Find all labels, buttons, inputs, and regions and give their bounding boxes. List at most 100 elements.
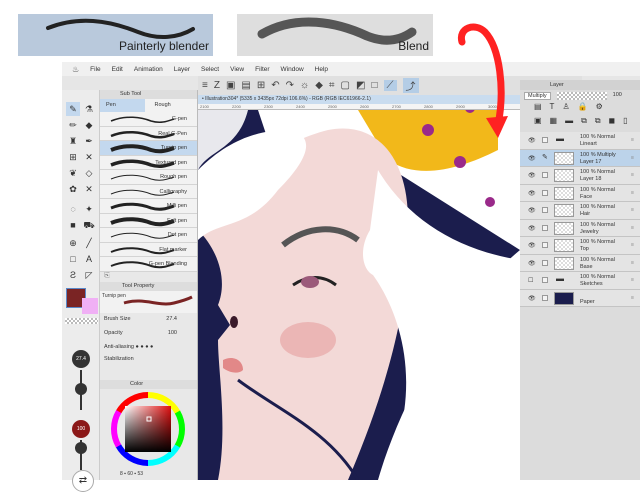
- opacity-slider[interactable]: [556, 92, 607, 100]
- menu-layer[interactable]: Layer: [174, 66, 190, 73]
- visibility-eye-icon[interactable]: 👁: [528, 242, 536, 249]
- layer-row[interactable]: 👁 100 % Normal Hair ≡: [520, 202, 640, 220]
- text-tool-icon[interactable]: A: [82, 252, 96, 266]
- balloon-tool-icon[interactable]: ◸: [82, 268, 96, 282]
- brush-item[interactable]: Calligraphy: [100, 184, 197, 199]
- brush-size-row[interactable]: Brush Size 27.4: [100, 313, 197, 327]
- visibility-eye-icon[interactable]: 👁: [528, 260, 536, 267]
- layer-row[interactable]: ☐ ▬ 100 % Normal Sketches ≡: [520, 272, 640, 290]
- slider-handle[interactable]: [75, 383, 87, 395]
- color-tab[interactable]: Color: [100, 379, 197, 389]
- zoom-tool-icon[interactable]: ⊕: [66, 236, 80, 250]
- copy-icon[interactable]: ⎘: [104, 272, 110, 279]
- pen-tool-icon[interactable]: ✎: [66, 102, 80, 116]
- figure-tool-icon[interactable]: ✕: [82, 150, 96, 164]
- layer-row[interactable]: 👁 100 % Normal Layer 18 ≡: [520, 167, 640, 185]
- brush-item[interactable]: Turnip pen: [100, 141, 197, 156]
- brush-item[interactable]: Textured pen: [100, 155, 197, 170]
- canvas[interactable]: • Illustration304* (5335 x 3435px 72dpi …: [198, 95, 520, 480]
- visibility-eye-icon[interactable]: 👁: [528, 172, 536, 179]
- menu-file[interactable]: File: [90, 66, 100, 73]
- layer-tool-row-1[interactable]: ▤T♙🔒⚙: [520, 102, 640, 116]
- tool-property-tab[interactable]: Tool Property: [100, 281, 197, 291]
- layer-drag-handle-icon[interactable]: ≡: [631, 190, 634, 196]
- rectangle-tool-icon[interactable]: □: [66, 252, 80, 266]
- crop-icon[interactable]: ▢: [341, 80, 350, 91]
- menu-animation[interactable]: Animation: [134, 66, 163, 73]
- menu-view[interactable]: View: [230, 66, 244, 73]
- transparent-color-swatch[interactable]: [65, 318, 98, 324]
- lock-checkbox[interactable]: [542, 294, 548, 301]
- color-wheel[interactable]: [100, 389, 196, 469]
- layer-drag-handle-icon[interactable]: ≡: [631, 155, 634, 161]
- visibility-eye-icon[interactable]: 👁: [528, 295, 536, 302]
- layer-drag-handle-icon[interactable]: ≡: [631, 207, 634, 213]
- loading-icon[interactable]: ☼: [300, 80, 309, 91]
- snap-to-special-ruler-icon[interactable]: ⤴: [402, 78, 419, 93]
- gradient-tool-icon[interactable]: ■: [66, 218, 80, 232]
- visibility-eye-icon[interactable]: 👁: [528, 137, 536, 144]
- snap-to-ruler-icon[interactable]: ⟋: [383, 80, 397, 91]
- lock-checkbox[interactable]: [542, 277, 548, 283]
- save-icon[interactable]: ⊞: [257, 80, 265, 91]
- anti-aliasing-options-icon[interactable]: ● ● ● ●: [136, 344, 154, 350]
- menu-help[interactable]: Help: [315, 66, 328, 73]
- layer-drag-handle-icon[interactable]: ≡: [631, 277, 634, 283]
- brush-item[interactable]: Dot pen: [100, 228, 197, 243]
- stabilization-row[interactable]: Stabilization: [100, 354, 197, 372]
- fill-icon[interactable]: ◆: [315, 80, 323, 91]
- eyedropper-tool-icon[interactable]: ⚗: [82, 102, 96, 116]
- pencil-tool-icon[interactable]: ✏: [66, 118, 80, 132]
- brush-item[interactable]: G-pen Blending: [100, 257, 197, 272]
- lock-checkbox[interactable]: [542, 189, 548, 196]
- layer-row[interactable]: 👁 100 % Normal Jewelry ≡: [520, 219, 640, 237]
- eraser-tool-icon[interactable]: ◇: [82, 166, 96, 180]
- lock-checkbox[interactable]: [542, 224, 548, 231]
- wand-tool-icon[interactable]: ✦: [82, 202, 96, 216]
- bucket-tool-icon[interactable]: ⛟: [82, 218, 96, 232]
- lock-checkbox[interactable]: [542, 259, 548, 266]
- sub-color-swatch[interactable]: [82, 298, 98, 314]
- transform-icon[interactable]: ⌗: [329, 80, 335, 91]
- brush-item[interactable]: Real G-Pen: [100, 126, 197, 141]
- undo-icon[interactable]: ↶: [271, 80, 279, 91]
- layer-row[interactable]: 👁 ✎ 100 % Multiply Layer 17 ≡: [520, 149, 640, 167]
- lock-checkbox[interactable]: [542, 207, 548, 213]
- airbrush-tool-icon[interactable]: ✒: [82, 134, 96, 148]
- lock-checkbox[interactable]: [542, 242, 548, 248]
- menu-edit[interactable]: Edit: [112, 66, 123, 73]
- lock-checkbox[interactable]: [542, 172, 548, 178]
- modifier-key-icon[interactable]: ⇄: [72, 470, 94, 492]
- menu-select[interactable]: Select: [201, 66, 219, 73]
- opacity-row[interactable]: Opacity 100: [100, 327, 197, 341]
- visibility-eye-icon[interactable]: 👁: [528, 207, 536, 214]
- open-icon[interactable]: ▤: [241, 80, 250, 91]
- snap-icon[interactable]: ◩: [356, 80, 365, 91]
- decoration-tool-icon[interactable]: ✿: [66, 182, 80, 196]
- layer-row[interactable]: 👁 100 % Normal Top ≡: [520, 237, 640, 255]
- fill-tool-icon[interactable]: ◆: [82, 118, 96, 132]
- layer-drag-handle-icon[interactable]: ≡: [631, 225, 634, 231]
- menu-filter[interactable]: Filter: [255, 66, 269, 73]
- group-pen[interactable]: Pen: [100, 99, 145, 112]
- layer-row[interactable]: 👁 100 % Normal Base ≡: [520, 254, 640, 272]
- blend-tool-icon[interactable]: ❦: [66, 166, 80, 180]
- visibility-eye-icon[interactable]: ☐: [528, 277, 533, 284]
- brush-item[interactable]: Flat marker: [100, 242, 197, 257]
- brush-tool-icon[interactable]: ♜: [66, 134, 80, 148]
- anti-aliasing-row[interactable]: Anti-aliasing ● ● ● ●: [100, 341, 197, 354]
- lasso-tool-icon[interactable]: ◌: [66, 202, 80, 216]
- brush-item[interactable]: Milli pen: [100, 199, 197, 214]
- opacity-value[interactable]: 100: [168, 330, 177, 336]
- lock-checkbox[interactable]: [542, 137, 548, 143]
- brush-item[interactable]: G-pen: [100, 112, 197, 127]
- blend-mode-select[interactable]: Multiply: [524, 92, 551, 100]
- layer-drag-handle-icon[interactable]: ≡: [631, 295, 634, 301]
- layer-drag-handle-icon[interactable]: ≡: [631, 242, 634, 248]
- new-file-icon[interactable]: ▣: [226, 80, 235, 91]
- ruler-snap-icon[interactable]: □: [371, 80, 377, 91]
- layer-row[interactable]: 👁 ▬ 100 % Normal Lineart ≡: [520, 132, 640, 150]
- visibility-eye-icon[interactable]: 👁: [528, 155, 536, 162]
- clear-icon[interactable]: Z: [214, 80, 220, 91]
- layer-row[interactable]: 👁 Paper ≡: [520, 289, 640, 307]
